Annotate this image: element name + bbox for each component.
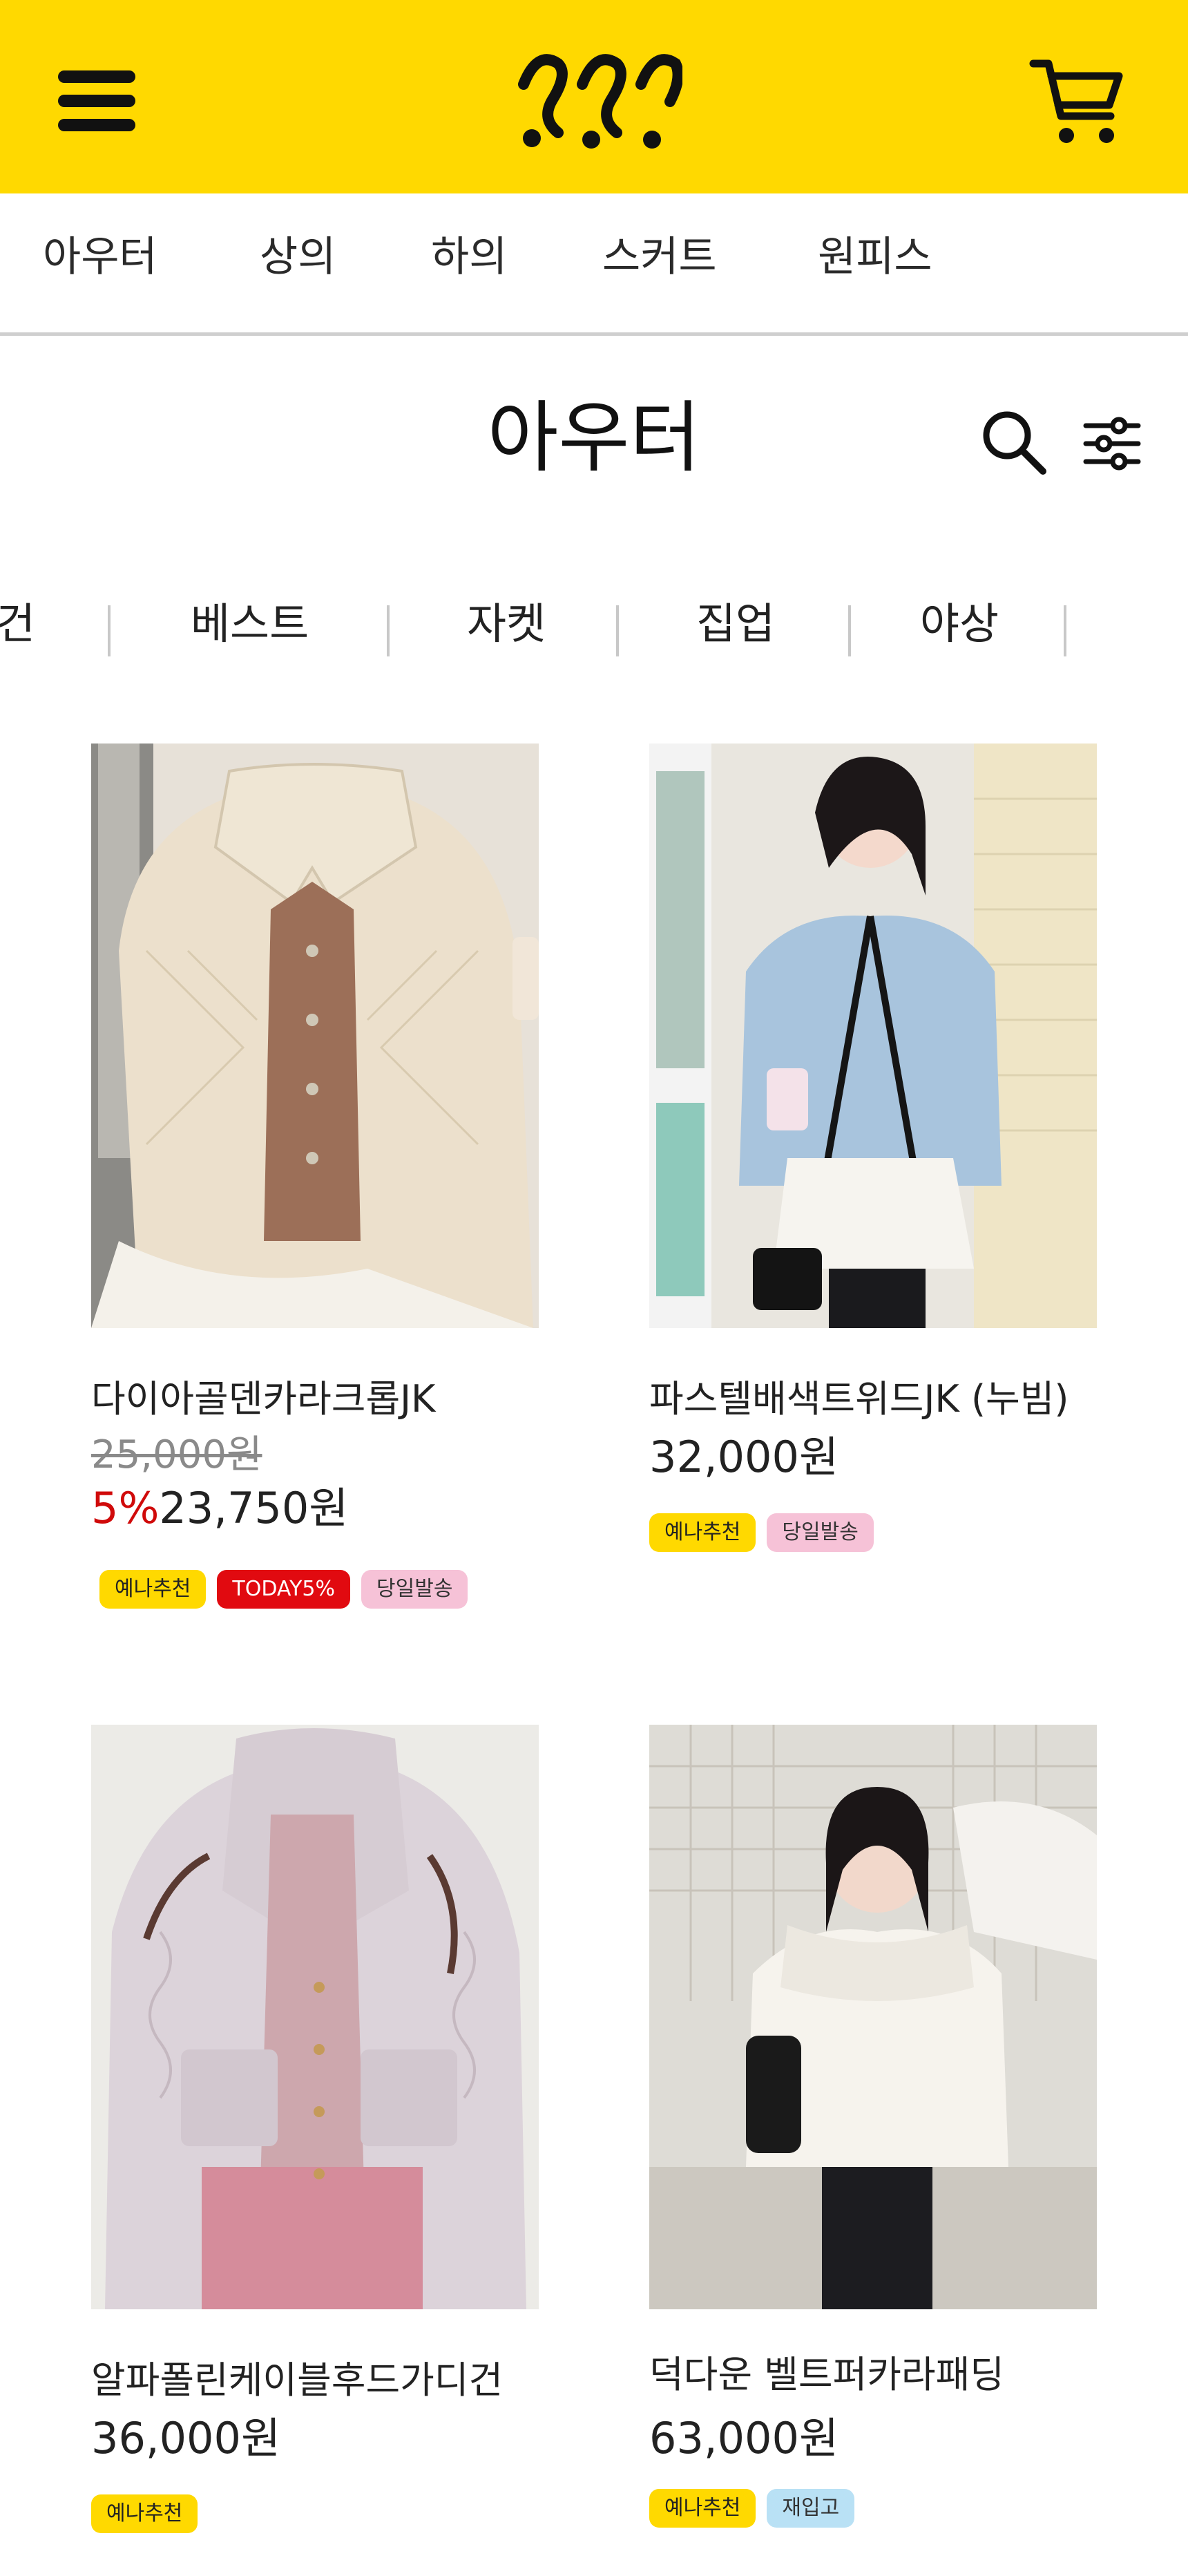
product-sale-price: 36,000원 — [91, 2413, 280, 2463]
product-original-price: 25,000원 — [91, 1432, 262, 1477]
product-badges: 예나추천 TODAY5% 당일발송 — [99, 1570, 468, 1609]
badge-recommended: 예나추천 — [649, 2489, 756, 2528]
category-tab-top[interactable]: 상의 — [260, 236, 336, 278]
badge-recommended: 예나추천 — [649, 1513, 756, 1552]
subcategory-divider — [387, 605, 390, 656]
brand-logo-icon[interactable] — [517, 36, 682, 158]
product-name[interactable]: 덕다운 벨트퍼카라패딩 — [649, 2356, 1004, 2394]
badge-recommended: 예나추천 — [99, 1570, 207, 1609]
app-root: 아우터 상의 하의 스커트 원피스 아우터 건 베스트 자켓 집업 야상 다이아… — [0, 0, 1188, 2576]
product-name[interactable]: 파스텔배색트위드JK (누빔) — [649, 1381, 1069, 1418]
product-badges: 예나추천 당일발송 — [649, 1513, 874, 1552]
product-sale-price: 63,000원 — [649, 2413, 839, 2463]
product-sale-price: 32,000원 — [649, 1432, 839, 1482]
category-tab-dress[interactable]: 원피스 — [818, 236, 932, 278]
product-name[interactable]: 다이아골덴카라크롭JK — [91, 1381, 435, 1418]
badge-today-discount: TODAY5% — [217, 1570, 351, 1609]
badge-restocked: 재입고 — [767, 2489, 855, 2528]
page-title: 아우터 — [487, 393, 701, 483]
product-image[interactable] — [649, 744, 1097, 1328]
top-header — [0, 0, 1188, 193]
subcategory-divider — [616, 605, 619, 656]
subcategory-chip-field-jacket[interactable]: 야상 — [920, 603, 999, 645]
product-price-row: 5%23,750원 — [91, 1487, 348, 1530]
category-tab-skirt[interactable]: 스커트 — [602, 236, 717, 278]
product-sale-price: 23,750원 — [159, 1483, 349, 1533]
product-image[interactable] — [91, 1725, 539, 2309]
product-name[interactable]: 알파폴린케이블후드가디건 — [91, 2362, 503, 2399]
subcategory-chip-best[interactable]: 베스트 — [191, 603, 309, 645]
subcategory-chip-jacket[interactable]: 자켓 — [467, 603, 546, 645]
subcategory-divider — [108, 605, 111, 656]
search-icon[interactable] — [979, 408, 1048, 477]
subcategory-divider — [848, 605, 851, 656]
badge-recommended: 예나추천 — [91, 2494, 198, 2533]
subcategory-chip[interactable]: 건 — [0, 603, 35, 645]
subcategory-chip-zipup[interactable]: 집업 — [696, 603, 775, 645]
subcategory-divider — [1064, 605, 1066, 656]
product-discount-rate: 5% — [91, 1483, 160, 1533]
product-badges: 예나추천 — [91, 2494, 198, 2533]
badge-same-day-shipping: 당일발송 — [361, 1570, 468, 1609]
subcategory-strip: 건 베스트 자켓 집업 야상 — [0, 594, 1188, 663]
category-nav: 아우터 상의 하의 스커트 원피스 — [0, 193, 1188, 336]
product-badges: 예나추천 재입고 — [649, 2489, 855, 2528]
category-tab-bottom[interactable]: 하의 — [431, 236, 507, 278]
product-image[interactable] — [91, 744, 539, 1328]
product-image[interactable] — [649, 1725, 1097, 2309]
badge-same-day-shipping: 당일발송 — [767, 1513, 874, 1552]
hamburger-menu-icon[interactable] — [55, 68, 141, 134]
shopping-cart-icon[interactable] — [1029, 57, 1126, 151]
filter-sliders-icon[interactable] — [1083, 415, 1141, 473]
category-tab-outer[interactable]: 아우터 — [43, 236, 157, 278]
